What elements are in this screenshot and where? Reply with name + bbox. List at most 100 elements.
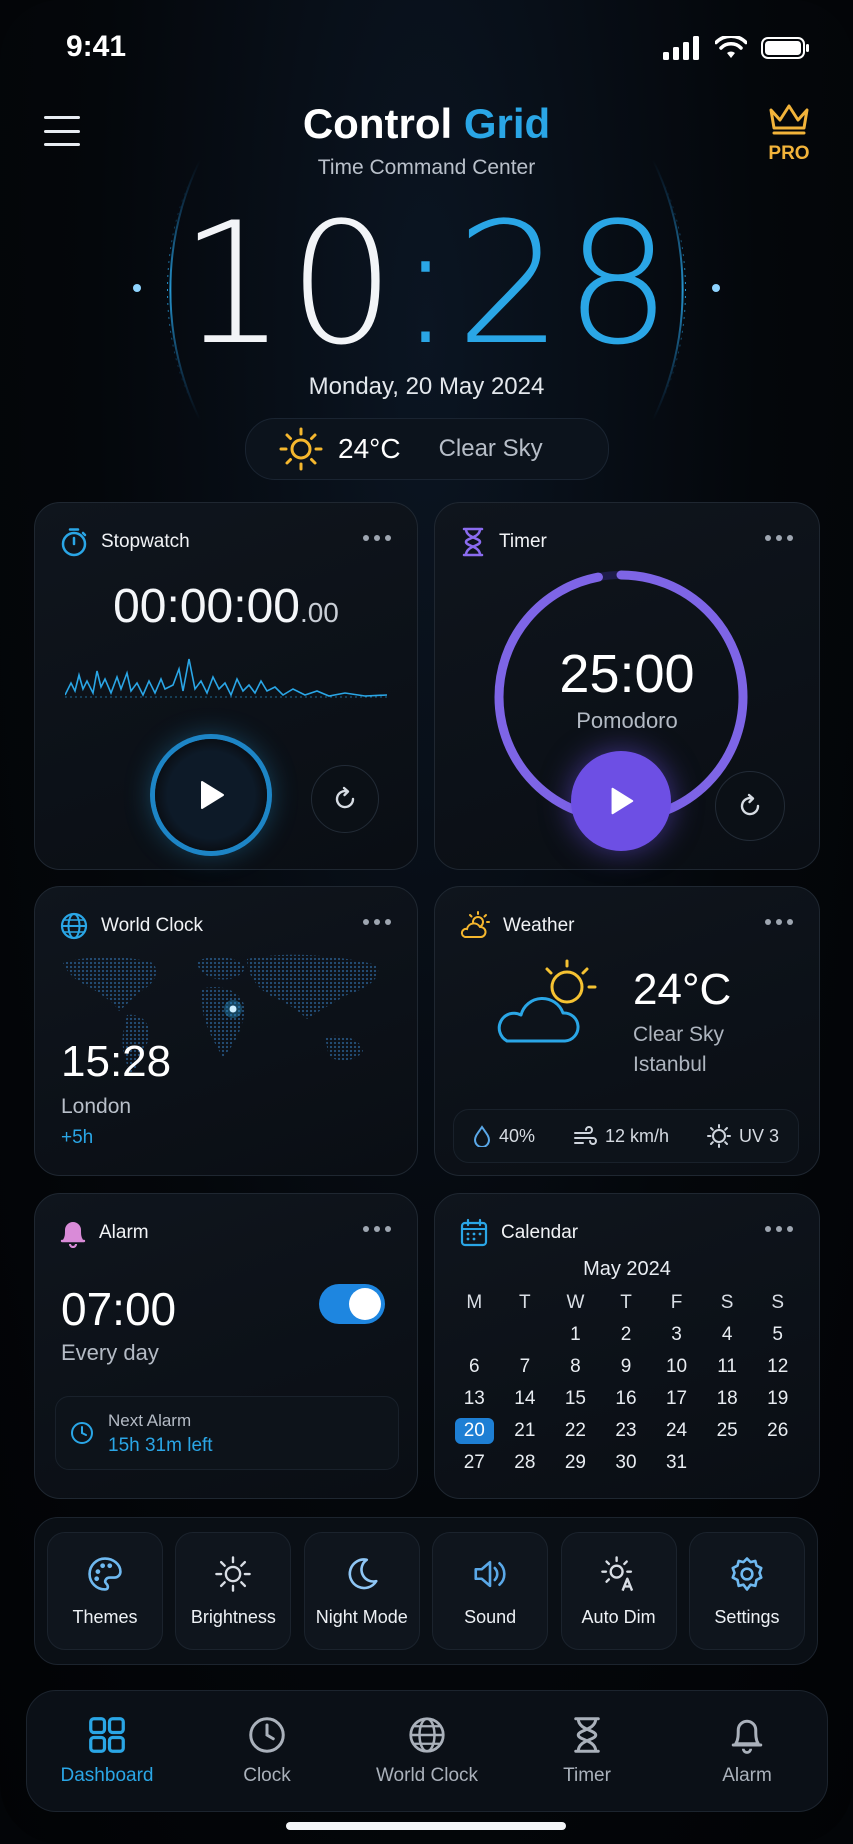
stopwatch-icon [61, 528, 87, 557]
calendar-day[interactable]: 8 [550, 1354, 601, 1380]
wind-value: 12 km/h [604, 1125, 670, 1146]
calendar-day[interactable]: 12 [752, 1354, 803, 1380]
world-clock-time: 15:28 [61, 1037, 172, 1086]
stopwatch-card[interactable]: Stopwatch 00:00:00.00 [34, 502, 418, 870]
quick-setting-label: Sound [464, 1606, 517, 1627]
timer-label: Pomodoro [576, 708, 678, 733]
quick-setting-night-mode[interactable]: Night Mode [303, 1532, 420, 1650]
timer-more-button[interactable] [765, 535, 793, 541]
bell-icon [60, 1222, 86, 1248]
timer-reset-button[interactable] [715, 771, 785, 841]
calendar-title: Calendar [501, 1222, 579, 1243]
reset-icon [740, 793, 760, 816]
calendar-day[interactable]: 15 [550, 1386, 601, 1412]
quick-setting-sound[interactable]: Sound [432, 1532, 549, 1650]
stopwatch-time-fraction: .00 [299, 597, 339, 628]
alarm-toggle[interactable] [319, 1284, 385, 1324]
timer-header: Timer [459, 527, 547, 557]
calendar-day[interactable]: 24 [651, 1418, 702, 1444]
world-clock-more-button[interactable] [363, 919, 391, 925]
calendar-day[interactable]: 31 [651, 1450, 702, 1476]
calendar-day[interactable]: 10 [651, 1354, 702, 1380]
stopwatch-title: Stopwatch [101, 531, 190, 552]
calendar-day[interactable]: 22 [550, 1418, 601, 1444]
stopwatch-reset-button[interactable] [311, 765, 379, 833]
calendar-day[interactable]: 6 [449, 1354, 500, 1380]
calendar-weekday: M [466, 1292, 483, 1313]
nav-tab-label: Clock [243, 1765, 291, 1786]
calendar-day[interactable]: 1 [550, 1322, 601, 1348]
calendar-day[interactable]: 30 [601, 1450, 652, 1476]
calendar-day[interactable]: 13 [449, 1386, 500, 1412]
play-icon [611, 787, 634, 815]
calendar-day-today[interactable]: 20 [455, 1418, 494, 1444]
quick-setting-auto-dim[interactable]: Auto Dim [560, 1532, 677, 1650]
quick-settings-bar: Themes Brightness Night Mode Sound Auto Dim S… [34, 1517, 818, 1665]
alarm-card[interactable]: Alarm 07:00 Every day Next Alarm 15h 31m… [34, 1193, 418, 1499]
calendar-day[interactable]: 23 [601, 1418, 652, 1444]
weather-summary-pill[interactable]: 24°C Clear Sky [245, 418, 609, 480]
nav-tab-dashboard[interactable]: Dashboard [37, 1715, 177, 1787]
calendar-more-button[interactable] [765, 1226, 793, 1232]
calendar-day[interactable]: 4 [702, 1322, 753, 1348]
next-alarm-label: Next Alarm [108, 1411, 192, 1430]
calendar-day[interactable]: 16 [601, 1386, 652, 1412]
calendar-empty-cell [500, 1322, 551, 1348]
weather-header: Weather [459, 911, 574, 941]
stopwatch-more-button[interactable] [363, 535, 391, 541]
clock-icon [249, 1717, 285, 1753]
calendar-card[interactable]: Calendar May 2024 M T W T F S S 1 2 3 4 5 6 7 8 9 10 11 12… [434, 1193, 820, 1499]
globe-icon [60, 912, 88, 940]
calendar-weekday: F [670, 1292, 683, 1313]
nav-tab-timer[interactable]: Timer [517, 1715, 657, 1787]
quick-setting-label: Settings [714, 1606, 780, 1627]
calendar-day[interactable]: 17 [651, 1386, 702, 1412]
globe-icon [409, 1717, 445, 1753]
clock-icon [71, 1422, 93, 1444]
app-title: Control Grid [0, 100, 853, 148]
calendar-day[interactable]: 19 [752, 1386, 803, 1412]
weather-card[interactable]: Weather 24°C Clear Sky Istanbul 40% 12 k… [434, 886, 820, 1176]
calendar-icon [460, 1218, 488, 1247]
calendar-day[interactable]: 18 [702, 1386, 753, 1412]
calendar-day[interactable]: 26 [752, 1418, 803, 1444]
nav-tab-alarm[interactable]: Alarm [677, 1715, 817, 1787]
calendar-day[interactable]: 5 [752, 1322, 803, 1348]
timer-play-button[interactable] [571, 751, 671, 851]
calendar-day[interactable]: 2 [601, 1322, 652, 1348]
quick-setting-settings[interactable]: Settings [688, 1532, 805, 1650]
calendar-day[interactable]: 11 [702, 1354, 753, 1380]
calendar-day[interactable]: 27 [449, 1450, 500, 1476]
nav-tab-clock[interactable]: Clock [197, 1715, 337, 1787]
world-clock-card[interactable]: World Clock 15:28 London +5h [34, 886, 418, 1176]
pro-badge[interactable]: PRO [759, 102, 819, 165]
hero-condition: Clear Sky [438, 435, 543, 462]
timer-time: 25:00 [559, 644, 695, 704]
stopwatch-play-button[interactable] [155, 739, 267, 851]
app-title-main: Control [302, 100, 453, 147]
quick-setting-themes[interactable]: Themes [47, 1532, 163, 1650]
alarm-more-button[interactable] [363, 1226, 391, 1232]
calendar-day[interactable]: 28 [500, 1450, 551, 1476]
timer-card[interactable]: Timer 25:00 Pomodoro [434, 502, 820, 870]
stopwatch-header: Stopwatch [59, 527, 190, 557]
alarm-repeat: Every day [61, 1340, 159, 1365]
nav-tab-label: Alarm [722, 1765, 772, 1786]
calendar-day[interactable]: 25 [702, 1418, 753, 1444]
calendar-day[interactable]: 9 [601, 1354, 652, 1380]
humidity-stat: 40% [473, 1125, 535, 1147]
nav-tab-world-clock[interactable]: World Clock [357, 1715, 497, 1787]
quick-setting-brightness[interactable]: Brightness [175, 1532, 292, 1650]
signal-icon [663, 36, 699, 60]
calendar-day[interactable]: 7 [500, 1354, 551, 1380]
moon-icon [348, 1557, 378, 1589]
stopwatch-time: 00:00:00.00 [35, 579, 417, 634]
calendar-day[interactable]: 3 [651, 1322, 702, 1348]
world-clock-city: London [61, 1095, 132, 1118]
calendar-weekday: S [720, 1292, 734, 1313]
calendar-day[interactable]: 21 [500, 1418, 551, 1444]
home-indicator[interactable] [286, 1822, 566, 1830]
weather-more-button[interactable] [765, 919, 793, 925]
calendar-day[interactable]: 29 [550, 1450, 601, 1476]
calendar-day[interactable]: 14 [500, 1386, 551, 1412]
